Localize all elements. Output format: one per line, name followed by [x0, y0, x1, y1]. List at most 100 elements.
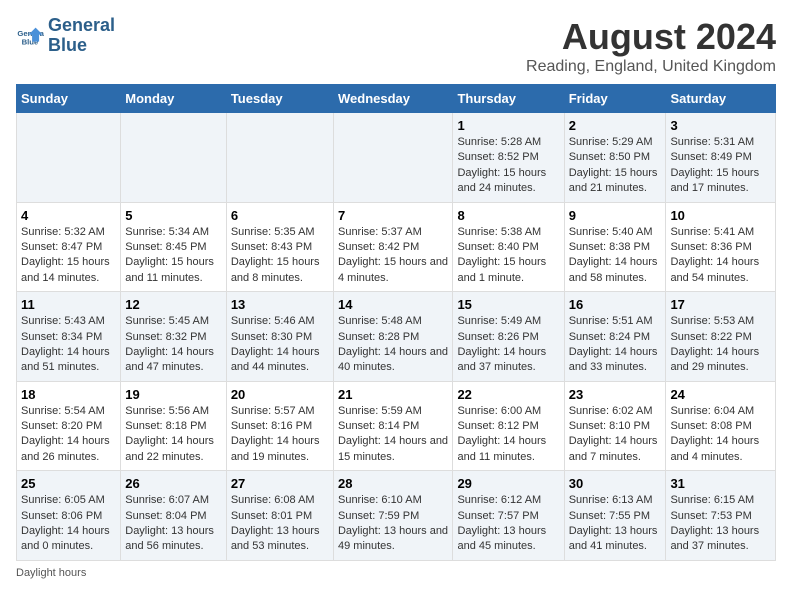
week-row-3: 18 Sunrise: 5:54 AM Sunset: 8:20 PM Dayli…: [17, 381, 776, 471]
day-number: 29: [457, 476, 559, 491]
logo: General Blue General Blue: [16, 16, 115, 56]
day-number: 18: [21, 387, 116, 402]
day-number: 23: [569, 387, 662, 402]
day-info: Sunrise: 5:40 AM Sunset: 8:38 PM Dayligh…: [569, 225, 662, 287]
calendar-cell: 21Sunrise: 5:59 AM Sunset: 8:14 PM Dayli…: [333, 381, 452, 471]
day-number: 31: [670, 476, 771, 491]
day-number: 22: [457, 387, 559, 402]
subtitle: Reading, England, United Kingdom: [526, 58, 776, 76]
day-info: Sunrise: 5:43 AM Sunset: 8:34 PM Dayligh…: [21, 314, 116, 376]
day-info: Sunrise: 5:45 AM Sunset: 8:32 PM Dayligh…: [125, 314, 222, 376]
calendar-cell: 16 Sunrise: 5:51 AM Sunset: 8:24 PM Dayli…: [564, 292, 666, 382]
week-row-1: 4 Sunrise: 5:32 AM Sunset: 8:47 PM Daylig…: [17, 202, 776, 292]
day-info: Sunrise: 5:57 AM Sunset: 8:16 PM Dayligh…: [231, 404, 329, 466]
day-info: Sunrise: 6:07 AM Sunset: 8:04 PM Dayligh…: [125, 493, 222, 555]
day-info: Sunrise: 5:31 AM Sunset: 8:49 PM Dayligh…: [670, 135, 771, 197]
day-info: Sunrise: 5:38 AM Sunset: 8:40 PM Dayligh…: [457, 225, 559, 287]
calendar-cell: 19 Sunrise: 5:56 AM Sunset: 8:18 PM Dayli…: [121, 381, 227, 471]
calendar-cell: 17Sunrise: 5:53 AM Sunset: 8:22 PM Dayli…: [666, 292, 776, 382]
day-info: Sunrise: 5:37 AM Sunset: 8:42 PM Dayligh…: [338, 225, 448, 287]
calendar-cell: 4 Sunrise: 5:32 AM Sunset: 8:47 PM Daylig…: [17, 202, 121, 292]
day-info: Sunrise: 6:15 AM Sunset: 7:53 PM Dayligh…: [670, 493, 771, 555]
calendar-cell: [226, 113, 333, 203]
day-number: 8: [457, 208, 559, 223]
day-info: Sunrise: 5:56 AM Sunset: 8:18 PM Dayligh…: [125, 404, 222, 466]
day-header-friday: Friday: [564, 85, 666, 113]
day-info: Sunrise: 5:49 AM Sunset: 8:26 PM Dayligh…: [457, 314, 559, 376]
calendar-table: SundayMondayTuesdayWednesdayThursdayFrid…: [16, 84, 776, 561]
day-header-wednesday: Wednesday: [333, 85, 452, 113]
day-info: Sunrise: 5:32 AM Sunset: 8:47 PM Dayligh…: [21, 225, 116, 287]
calendar-cell: 11 Sunrise: 5:43 AM Sunset: 8:34 PM Dayli…: [17, 292, 121, 382]
calendar-cell: 15 Sunrise: 5:49 AM Sunset: 8:26 PM Dayli…: [453, 292, 564, 382]
day-info: Sunrise: 5:51 AM Sunset: 8:24 PM Dayligh…: [569, 314, 662, 376]
day-number: 15: [457, 297, 559, 312]
day-info: Sunrise: 5:41 AM Sunset: 8:36 PM Dayligh…: [670, 225, 771, 287]
calendar-cell: 27 Sunrise: 6:08 AM Sunset: 8:01 PM Dayli…: [226, 471, 333, 561]
day-number: 28: [338, 476, 448, 491]
day-info: Sunrise: 5:28 AM Sunset: 8:52 PM Dayligh…: [457, 135, 559, 197]
calendar-cell: 14 Sunrise: 5:48 AM Sunset: 8:28 PM Dayli…: [333, 292, 452, 382]
calendar-cell: 7 Sunrise: 5:37 AM Sunset: 8:42 PM Daylig…: [333, 202, 452, 292]
calendar-cell: 1 Sunrise: 5:28 AM Sunset: 8:52 PM Daylig…: [453, 113, 564, 203]
day-number: 27: [231, 476, 329, 491]
calendar-cell: 13Sunrise: 5:46 AM Sunset: 8:30 PM Dayli…: [226, 292, 333, 382]
day-info: Sunrise: 6:13 AM Sunset: 7:55 PM Dayligh…: [569, 493, 662, 555]
day-number: 25: [21, 476, 116, 491]
footer-note: Daylight hours: [16, 567, 776, 579]
day-number: 24: [670, 387, 771, 402]
day-number: 4: [21, 208, 116, 223]
day-info: Sunrise: 5:54 AM Sunset: 8:20 PM Dayligh…: [21, 404, 116, 466]
day-number: 10: [670, 208, 771, 223]
header: General Blue General Blue August 2024 Re…: [16, 16, 776, 76]
calendar-cell: 5Sunrise: 5:34 AM Sunset: 8:45 PM Daylig…: [121, 202, 227, 292]
day-number: 19: [125, 387, 222, 402]
calendar-cell: 8 Sunrise: 5:38 AM Sunset: 8:40 PM Daylig…: [453, 202, 564, 292]
day-info: Sunrise: 6:02 AM Sunset: 8:10 PM Dayligh…: [569, 404, 662, 466]
calendar-cell: 6 Sunrise: 5:35 AM Sunset: 8:43 PM Daylig…: [226, 202, 333, 292]
title-section: August 2024 Reading, England, United Kin…: [526, 16, 776, 76]
day-info: Sunrise: 5:59 AM Sunset: 8:14 PM Dayligh…: [338, 404, 448, 466]
day-number: 3: [670, 118, 771, 133]
day-info: Sunrise: 6:12 AM Sunset: 7:57 PM Dayligh…: [457, 493, 559, 555]
calendar-cell: 2Sunrise: 5:29 AM Sunset: 8:50 PM Daylig…: [564, 113, 666, 203]
calendar-cell: 31 Sunrise: 6:15 AM Sunset: 7:53 PM Dayli…: [666, 471, 776, 561]
main-title: August 2024: [526, 16, 776, 58]
week-row-0: 1 Sunrise: 5:28 AM Sunset: 8:52 PM Daylig…: [17, 113, 776, 203]
day-header-sunday: Sunday: [17, 85, 121, 113]
week-row-2: 11 Sunrise: 5:43 AM Sunset: 8:34 PM Dayli…: [17, 292, 776, 382]
day-header-tuesday: Tuesday: [226, 85, 333, 113]
calendar-cell: 28 Sunrise: 6:10 AM Sunset: 7:59 PM Dayli…: [333, 471, 452, 561]
day-info: Sunrise: 5:48 AM Sunset: 8:28 PM Dayligh…: [338, 314, 448, 376]
calendar-cell: 29 Sunrise: 6:12 AM Sunset: 7:57 PM Dayli…: [453, 471, 564, 561]
day-info: Sunrise: 6:08 AM Sunset: 8:01 PM Dayligh…: [231, 493, 329, 555]
day-info: Sunrise: 6:04 AM Sunset: 8:08 PM Dayligh…: [670, 404, 771, 466]
day-header-saturday: Saturday: [666, 85, 776, 113]
calendar-cell: 30 Sunrise: 6:13 AM Sunset: 7:55 PM Dayli…: [564, 471, 666, 561]
day-number: 5: [125, 208, 222, 223]
day-info: Sunrise: 6:05 AM Sunset: 8:06 PM Dayligh…: [21, 493, 116, 555]
day-number: 6: [231, 208, 329, 223]
logo-text: General Blue: [48, 16, 115, 56]
day-number: 16: [569, 297, 662, 312]
calendar-cell: 18 Sunrise: 5:54 AM Sunset: 8:20 PM Dayli…: [17, 381, 121, 471]
day-number: 1: [457, 118, 559, 133]
day-number: 7: [338, 208, 448, 223]
day-info: Sunrise: 5:35 AM Sunset: 8:43 PM Dayligh…: [231, 225, 329, 287]
calendar-cell: [17, 113, 121, 203]
calendar-cell: 22Sunrise: 6:00 AM Sunset: 8:12 PM Dayli…: [453, 381, 564, 471]
day-header-monday: Monday: [121, 85, 227, 113]
day-info: Sunrise: 6:10 AM Sunset: 7:59 PM Dayligh…: [338, 493, 448, 555]
day-info: Sunrise: 5:29 AM Sunset: 8:50 PM Dayligh…: [569, 135, 662, 197]
calendar-cell: [333, 113, 452, 203]
day-number: 14: [338, 297, 448, 312]
day-number: 30: [569, 476, 662, 491]
day-number: 26: [125, 476, 222, 491]
calendar-cell: 9Sunrise: 5:40 AM Sunset: 8:38 PM Daylig…: [564, 202, 666, 292]
calendar-cell: 24 Sunrise: 6:04 AM Sunset: 8:08 PM Dayli…: [666, 381, 776, 471]
day-info: Sunrise: 5:53 AM Sunset: 8:22 PM Dayligh…: [670, 314, 771, 376]
day-number: 11: [21, 297, 116, 312]
week-row-4: 25 Sunrise: 6:05 AM Sunset: 8:06 PM Dayli…: [17, 471, 776, 561]
calendar-cell: 26 Sunrise: 6:07 AM Sunset: 8:04 PM Dayli…: [121, 471, 227, 561]
calendar-cell: 10 Sunrise: 5:41 AM Sunset: 8:36 PM Dayli…: [666, 202, 776, 292]
